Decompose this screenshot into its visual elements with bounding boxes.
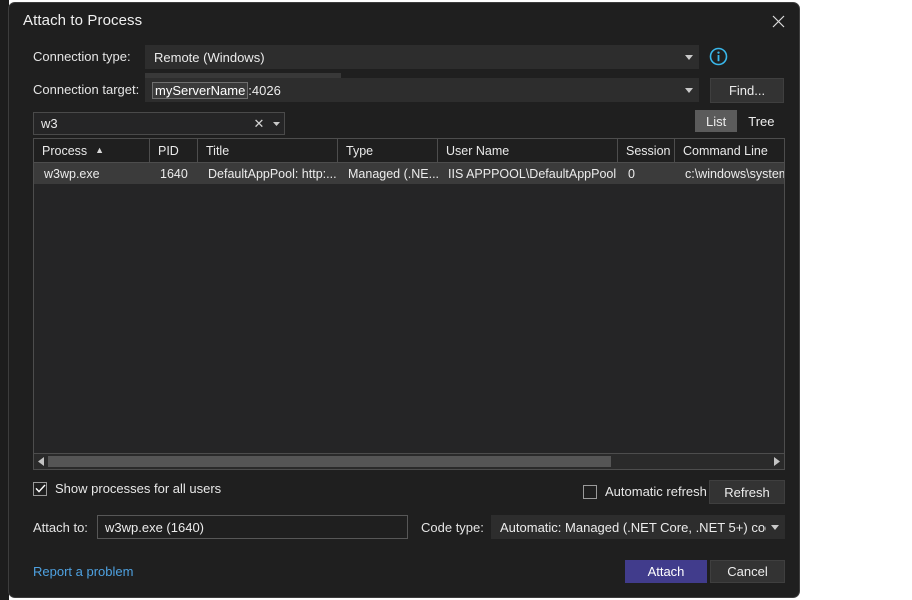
screen: Attach to Process Connection type: Remot… [0, 0, 912, 600]
attach-to-input[interactable] [98, 519, 407, 536]
column-header-label: PID [158, 144, 179, 158]
horizontal-scrollbar[interactable] [34, 453, 784, 469]
connection-type-value: Remote (Windows) [146, 50, 680, 65]
process-search-input[interactable] [34, 115, 250, 132]
column-header-pid[interactable]: PID [150, 139, 198, 162]
connection-target-dropdown[interactable]: myServerName:4026 [145, 78, 699, 102]
attach-to-field[interactable] [97, 515, 408, 539]
column-header-type[interactable]: Type [338, 139, 438, 162]
attach-to-process-dialog: Attach to Process Connection type: Remot… [8, 2, 800, 598]
chevron-down-icon [766, 525, 784, 530]
column-header-label: Process [42, 144, 87, 158]
arrow-left-icon[interactable] [34, 454, 48, 469]
connection-target-label: Connection target: [33, 82, 139, 97]
checkbox-box [583, 485, 597, 499]
find-button[interactable]: Find... [710, 78, 784, 103]
refresh-button[interactable]: Refresh [709, 480, 785, 504]
arrow-right-icon[interactable] [770, 454, 784, 469]
close-button[interactable] [763, 8, 793, 34]
dialog-title: Attach to Process [23, 12, 142, 29]
connection-type-label: Connection type: [33, 49, 131, 64]
column-header-label: User Name [446, 144, 509, 158]
column-header-title[interactable]: Title [198, 139, 338, 162]
automatic-refresh-label: Automatic refresh [605, 484, 707, 499]
table-cell-command-line: c:\windows\system [675, 167, 785, 181]
process-search-box[interactable]: ✕ [33, 112, 285, 135]
chevron-down-icon [680, 55, 698, 60]
connection-target-value: myServerName:4026 [146, 82, 680, 99]
chevron-down-icon[interactable] [268, 122, 284, 126]
column-header-command-line[interactable]: Command Line [675, 139, 785, 162]
column-header-label: Type [346, 144, 373, 158]
chevron-down-icon [680, 88, 698, 93]
column-header-label: Command Line [683, 144, 768, 158]
refresh-button-label: Refresh [724, 485, 770, 500]
show-all-users-label: Show processes for all users [55, 481, 221, 496]
connection-target-server: myServerName [152, 82, 248, 99]
table-cell-session: 0 [618, 167, 675, 181]
report-a-problem-link[interactable]: Report a problem [33, 564, 133, 579]
checkbox-box [33, 482, 47, 496]
attach-to-label: Attach to: [33, 520, 88, 535]
info-icon[interactable] [709, 47, 728, 66]
view-mode-toggle: List Tree [695, 110, 785, 132]
table-cell-process: w3wp.exe [34, 167, 150, 181]
column-header-user-name[interactable]: User Name [438, 139, 618, 162]
show-all-users-checkbox[interactable]: Show processes for all users [33, 481, 221, 496]
table-row[interactable]: w3wp.exe1640DefaultAppPool: http:...Mana… [34, 163, 784, 184]
column-header-label: Title [206, 144, 229, 158]
close-icon [772, 15, 785, 28]
view-mode-list-button[interactable]: List [695, 110, 737, 132]
table-cell-title: DefaultAppPool: http:... [198, 167, 338, 181]
connection-target-port: :4026 [248, 83, 281, 98]
code-type-label: Code type: [421, 520, 484, 535]
code-type-value: Automatic: Managed (.NET Core, .NET 5+) … [492, 520, 766, 535]
connection-type-dropdown[interactable]: Remote (Windows) [145, 45, 699, 69]
scrollbar-thumb[interactable] [48, 456, 611, 467]
scrollbar-track[interactable] [48, 456, 770, 467]
column-header-process[interactable]: Process ▲ [34, 139, 150, 162]
automatic-refresh-checkbox[interactable]: Automatic refresh [583, 484, 707, 499]
sort-ascending-icon: ▲ [95, 146, 104, 155]
code-type-dropdown[interactable]: Automatic: Managed (.NET Core, .NET 5+) … [491, 515, 785, 539]
cancel-button[interactable]: Cancel [710, 560, 785, 583]
process-grid: Process ▲ PID Title Type User Name Session Comm… [33, 138, 785, 470]
process-grid-body: w3wp.exe1640DefaultAppPool: http:...Mana… [34, 163, 784, 184]
find-button-label: Find... [729, 83, 765, 98]
table-cell-pid: 1640 [150, 167, 198, 181]
attach-button[interactable]: Attach [625, 560, 707, 583]
table-cell-type: Managed (.NE... [338, 167, 438, 181]
process-grid-header: Process ▲ PID Title Type User Name Session Comm… [34, 139, 784, 163]
cancel-button-label: Cancel [727, 564, 767, 579]
view-mode-tree-button[interactable]: Tree [737, 110, 785, 132]
dialog-title-bar: Attach to Process [9, 3, 799, 41]
table-cell-user-name: IIS APPPOOL\DefaultAppPool [438, 167, 618, 181]
column-header-label: Session [626, 144, 670, 158]
clear-icon[interactable]: ✕ [250, 117, 268, 130]
attach-button-label: Attach [648, 564, 685, 579]
check-icon [35, 484, 46, 493]
column-header-session[interactable]: Session [618, 139, 675, 162]
